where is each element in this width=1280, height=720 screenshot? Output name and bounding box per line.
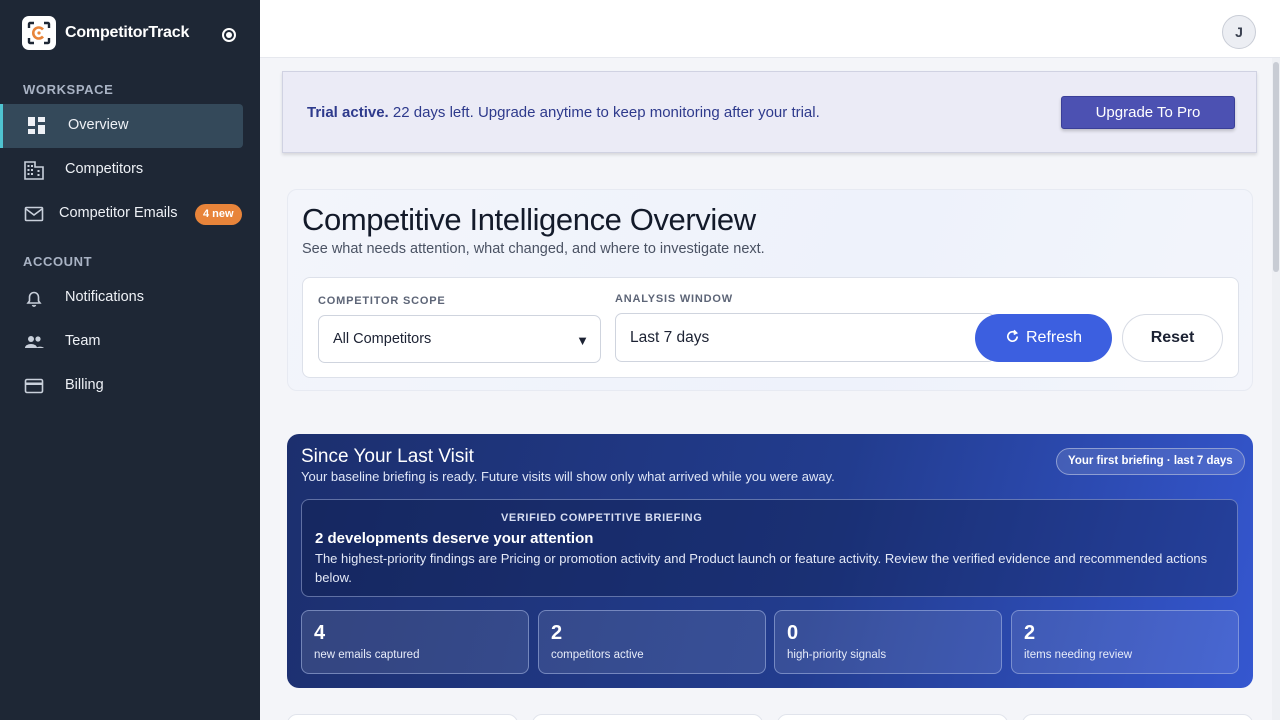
refresh-button[interactable]: Refresh <box>975 314 1112 362</box>
visit-subtitle: Your baseline briefing is ready. Future … <box>301 469 835 484</box>
stat-value: 0 <box>787 622 799 644</box>
sidebar-item-overview[interactable]: Overview <box>0 104 243 148</box>
stat-value: 2 <box>1024 622 1036 644</box>
briefing-body: The highest-priority findings are Pricin… <box>315 551 1208 585</box>
stat-card-high-priority[interactable]: 0 high-priority signals <box>774 610 1002 674</box>
avatar[interactable]: J <box>1222 15 1256 49</box>
logo-icon <box>22 16 56 50</box>
sidebar-item-competitors[interactable]: Competitors <box>0 148 243 192</box>
stat-card-new-emails[interactable]: 4 new emails captured <box>301 610 529 674</box>
competitor-scope-label: COMPETITOR SCOPE <box>318 295 446 307</box>
sidebar-item-notifications[interactable]: Notifications <box>0 276 243 320</box>
briefing-headline: 2 developments deserve your attention <box>315 530 594 547</box>
filter-bar: COMPETITOR SCOPE All Competitors ▼ ANALY… <box>302 277 1239 378</box>
bell-icon <box>26 291 42 307</box>
trial-banner: Trial active. 22 days left. Upgrade anyt… <box>282 71 1257 153</box>
nav-section-workspace: WORKSPACE <box>23 82 114 97</box>
analysis-window-select[interactable]: Last 7 days <box>615 313 995 362</box>
stat-card-needing-review[interactable]: 2 items needing review <box>1011 610 1239 674</box>
building-icon <box>24 161 44 180</box>
summary-card <box>532 714 763 720</box>
nav-section-account: ACCOUNT <box>23 254 93 269</box>
summary-card <box>777 714 1008 720</box>
briefing-label: VERIFIED COMPETITIVE BRIEFING <box>501 512 703 524</box>
scrollbar[interactable] <box>1272 58 1280 720</box>
page-subtitle: See what needs attention, what changed, … <box>302 241 765 257</box>
sidebar-item-label: Overview <box>68 117 129 133</box>
analysis-window-value: Last 7 days <box>630 329 710 346</box>
briefing-window-badge: Your first briefing · last 7 days <box>1056 448 1245 475</box>
dashboard-icon <box>28 117 45 134</box>
since-last-visit-panel: Since Your Last Visit Your baseline brie… <box>287 434 1253 688</box>
stat-caption: items needing review <box>1024 649 1133 661</box>
summary-card <box>1022 714 1253 720</box>
sidebar: CompetitorTrack WORKSPACE Overview Compe… <box>0 0 260 720</box>
overview-panel: Competitive Intelligence Overview See wh… <box>287 189 1253 391</box>
trial-days-left: 22 days left. Upgrade anytime to keep mo… <box>392 104 820 121</box>
sidebar-item-billing[interactable]: Billing <box>0 364 243 408</box>
sidebar-item-label: Billing <box>65 377 104 393</box>
upgrade-button[interactable]: Upgrade To Pro <box>1061 96 1235 129</box>
stat-card-competitors-active[interactable]: 2 competitors active <box>538 610 766 674</box>
stat-value: 2 <box>551 622 563 644</box>
reset-button[interactable]: Reset <box>1122 314 1223 362</box>
new-count-badge: 4 new <box>195 204 242 225</box>
refresh-icon <box>1006 329 1019 342</box>
page-title: Competitive Intelligence Overview <box>302 202 756 237</box>
brand-name: CompetitorTrack <box>65 24 190 41</box>
stat-caption: high-priority signals <box>787 649 887 661</box>
mail-icon <box>24 206 44 222</box>
chevron-down-icon: ▼ <box>576 333 589 348</box>
sidebar-item-competitor-emails[interactable]: Competitor Emails 4 new <box>0 192 243 236</box>
summary-card <box>287 714 518 720</box>
credit-card-icon <box>24 378 44 394</box>
sidebar-item-label: Competitors <box>65 161 144 177</box>
people-icon <box>25 336 44 348</box>
trial-status: Trial active. <box>307 104 389 121</box>
analysis-window-label: ANALYSIS WINDOW <box>615 293 733 305</box>
verified-briefing-card: VERIFIED COMPETITIVE BRIEFING 2 developm… <box>301 499 1238 597</box>
main-content: Trial active. 22 days left. Upgrade anyt… <box>260 58 1280 720</box>
competitor-scope-value: All Competitors <box>333 331 432 347</box>
competitor-scope-select[interactable]: All Competitors ▼ <box>318 315 601 363</box>
top-bar: J <box>260 0 1280 58</box>
sidebar-item-team[interactable]: Team <box>0 320 243 364</box>
trial-message: Trial active. 22 days left. Upgrade anyt… <box>307 104 820 121</box>
sidebar-item-label: Notifications <box>65 289 144 305</box>
stat-caption: competitors active <box>551 649 644 661</box>
sidebar-item-label: Competitor Emails <box>59 205 178 221</box>
theme-toggle-icon[interactable] <box>222 28 236 42</box>
visit-title: Since Your Last Visit <box>301 446 474 467</box>
stat-value: 4 <box>314 622 326 644</box>
brand[interactable]: CompetitorTrack <box>22 16 189 50</box>
sidebar-item-label: Team <box>65 333 101 349</box>
scrollbar-thumb[interactable] <box>1273 62 1279 272</box>
stat-caption: new emails captured <box>314 649 420 661</box>
refresh-label: Refresh <box>1025 329 1083 346</box>
